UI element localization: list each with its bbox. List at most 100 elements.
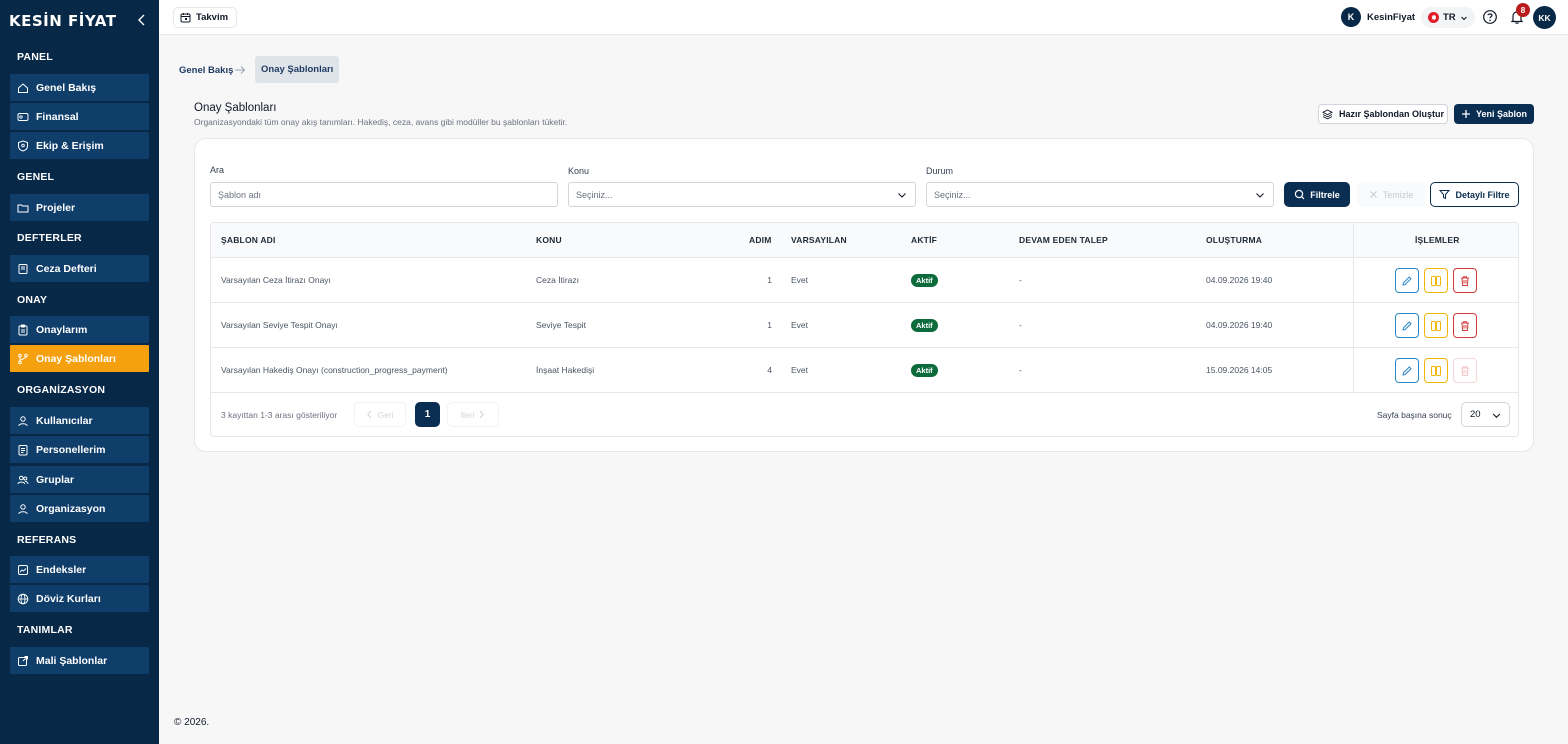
breadcrumb-parent[interactable]: Genel Bakış [179, 65, 233, 76]
sidebar-section-onay: ONAY [17, 294, 48, 306]
per-page-label: Sayfa başına sonuç [1377, 410, 1452, 420]
sidebar-item-projeler[interactable]: Projeler [10, 194, 149, 221]
per-page-select[interactable]: 20 [1461, 402, 1510, 427]
company-name: KesinFiyat [1367, 11, 1416, 23]
subject-select[interactable]: Seçiniz... [568, 182, 916, 207]
turkey-flag-icon [1428, 12, 1439, 23]
sidebar-item-label: Genel Bakış [36, 81, 97, 94]
create-from-template-button[interactable]: Hazır Şablondan Oluştur [1318, 104, 1448, 124]
sidebar-item-onay-sablonlari[interactable]: Onay Şablonları [10, 345, 149, 372]
folder-icon [17, 202, 29, 214]
sidebar-item-label: Döviz Kurları [36, 592, 101, 605]
brand-logo[interactable]: KESİN FİYAT [9, 12, 116, 30]
sidebar-item-kullanicilar[interactable]: Kullanıcılar [10, 407, 149, 434]
sidebar-item-label: Finansal [36, 110, 79, 123]
columns-icon [1431, 275, 1441, 286]
trash-icon [1461, 320, 1469, 331]
sidebar-item-ekip-erisim[interactable]: Ekip & Erişim [10, 132, 149, 159]
sidebar-item-ceza-defteri[interactable]: Ceza Defteri [10, 255, 149, 282]
language-selector[interactable]: TR [1421, 7, 1475, 28]
funnel-icon [1439, 190, 1451, 200]
sidebar-item-doviz-kurlari[interactable]: Döviz Kurları [10, 585, 149, 612]
chevron-down-icon [1492, 413, 1501, 419]
chevron-left-icon [367, 410, 372, 419]
sidebar-item-gruplar[interactable]: Gruplar [10, 466, 149, 493]
filter-label: Filtrele [1310, 189, 1340, 200]
sidebar-item-mali-sablonlar[interactable]: Mali Şablonlar [10, 647, 149, 674]
chevron-right-icon [479, 410, 485, 419]
template-subject: Ceza İtirazı [536, 275, 579, 285]
columns-icon [1431, 320, 1441, 331]
sidebar-section-genel: GENEL [17, 171, 55, 183]
sidebar-item-genel-bakis[interactable]: Genel Bakış [10, 74, 149, 101]
calendar-button[interactable]: Takvim [173, 7, 238, 28]
page-title: Onay Şablonları [194, 102, 277, 114]
columns-button[interactable] [1424, 268, 1448, 293]
edit-button[interactable] [1395, 268, 1419, 293]
template-default: Evet [791, 365, 809, 375]
next-page-label: İleri [460, 409, 475, 420]
per-page-value: 20 [1470, 409, 1481, 420]
table-header: ŞABLON ADI KONU ADIM VARSAYILAN AKTİF DE… [211, 223, 1518, 258]
chevron-down-icon [1460, 16, 1467, 20]
calendar-label: Takvim [196, 12, 229, 23]
delete-button[interactable] [1453, 268, 1477, 293]
sidebar-item-label: Gruplar [36, 473, 74, 486]
template-created: 04.09.2026 19:40 [1206, 320, 1273, 330]
next-page-button[interactable]: İleri [447, 402, 499, 427]
shield-icon [17, 139, 29, 152]
notification-badge: 8 [1516, 3, 1530, 17]
external-icon [17, 655, 29, 667]
column-header-steps: ADIM [749, 235, 772, 245]
columns-button[interactable] [1424, 313, 1448, 338]
sidebar-item-organizasyon[interactable]: Organizasyon [10, 495, 149, 522]
prev-page-button[interactable]: Geri [354, 402, 406, 427]
templates-table: ŞABLON ADI KONU ADIM VARSAYILAN AKTİF DE… [210, 222, 1519, 437]
users-icon [17, 474, 29, 486]
delete-button[interactable] [1453, 313, 1477, 338]
footer-copyright: © 2026. [174, 717, 210, 728]
sidebar-item-onaylarim[interactable]: Onaylarım [10, 316, 149, 343]
sidebar-item-label: Mali Şablonlar [36, 654, 108, 667]
template-name: Varsayılan Seviye Tespit Onayı [221, 320, 338, 330]
sidebar-item-label: Organizasyon [36, 502, 106, 515]
search-input[interactable]: Şablon adı [210, 182, 558, 207]
table-row: Varsayılan Hakediş Onayı (construction_p… [211, 348, 1518, 393]
layers-icon [1321, 108, 1333, 119]
new-template-button[interactable]: Yeni Şablon [1454, 104, 1534, 124]
book-icon [17, 263, 29, 275]
plus-icon [1461, 110, 1470, 118]
edit-button[interactable] [1395, 358, 1419, 383]
search-label: Ara [210, 165, 225, 175]
sidebar-section-panel: PANEL [17, 51, 53, 63]
detailed-filter-button[interactable]: Detaylı Filtre [1430, 182, 1519, 207]
status-label: Durum [926, 166, 954, 176]
clear-button[interactable]: Temizle [1357, 182, 1425, 207]
sidebar-item-endeksler[interactable]: Endeksler [10, 556, 149, 583]
subject-select-value: Seçiniz... [576, 189, 613, 200]
company-switcher[interactable]: K KesinFiyat [1341, 6, 1423, 28]
page-1-button[interactable]: 1 [415, 402, 440, 427]
chevron-down-icon [1256, 193, 1264, 198]
template-default: Evet [791, 275, 809, 285]
breadcrumb-current: Onay Şablonları [255, 56, 340, 83]
company-avatar: K [1341, 7, 1361, 27]
columns-button[interactable] [1424, 358, 1448, 383]
sidebar-item-label: Kullanıcılar [36, 414, 93, 427]
column-header-name: ŞABLON ADI [221, 235, 276, 245]
delete-button-disabled [1453, 358, 1477, 383]
sidebar-item-finansal[interactable]: Finansal [10, 103, 149, 130]
filter-button[interactable]: Filtrele [1284, 182, 1350, 207]
user-avatar[interactable]: KK [1533, 6, 1556, 29]
template-name: Varsayılan Ceza İtirazı Onayı [221, 275, 331, 285]
language-code: TR [1443, 12, 1456, 23]
active-badge: Aktif [911, 274, 938, 287]
status-select[interactable]: Seçiniz... [926, 182, 1274, 207]
sidebar-item-personellerim[interactable]: Personellerim [10, 436, 149, 463]
table-row: Varsayılan Ceza İtirazı Onayı Ceza İtira… [211, 258, 1518, 303]
help-icon[interactable] [1482, 9, 1498, 25]
pagination-summary: 3 kayıttan 1-3 arası gösteriliyor [221, 410, 338, 420]
collapse-sidebar-button[interactable] [134, 12, 148, 28]
edit-button[interactable] [1395, 313, 1419, 338]
template-pending: - [1019, 320, 1022, 330]
